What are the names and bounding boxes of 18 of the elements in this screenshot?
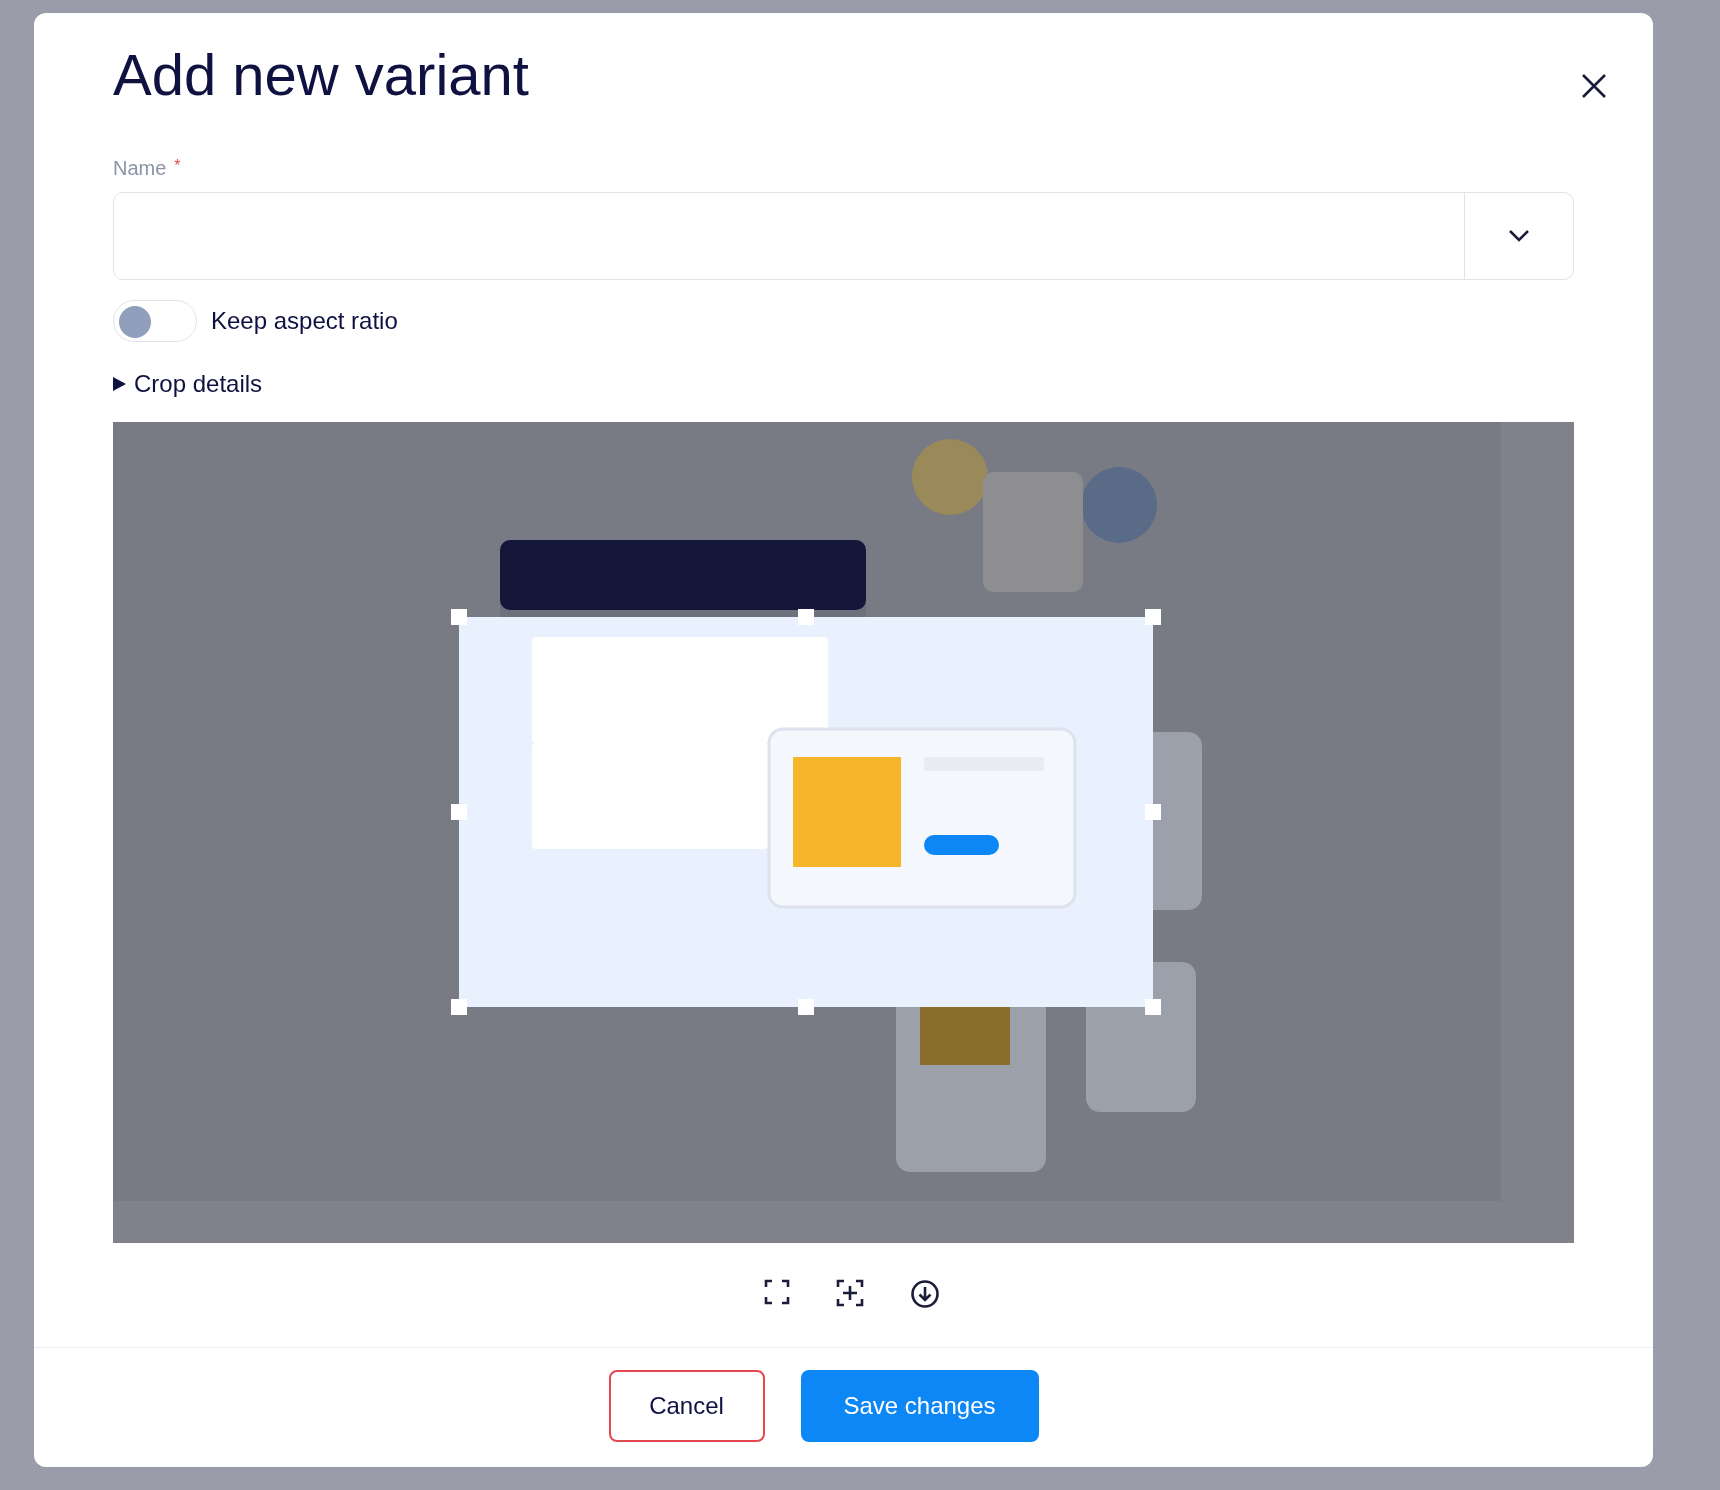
save-button[interactable]: Save changes xyxy=(800,1369,1039,1442)
crop-details-toggle[interactable]: Crop details xyxy=(113,369,263,398)
close-icon xyxy=(1581,73,1607,99)
dialog-title: Add new variant xyxy=(113,43,529,107)
zoom-in-button[interactable] xyxy=(835,1278,864,1309)
close-button[interactable] xyxy=(1581,73,1607,99)
download-button[interactable] xyxy=(909,1278,940,1309)
chevron-down-icon xyxy=(1508,228,1530,243)
download-icon xyxy=(909,1278,940,1309)
plus-frame-icon xyxy=(835,1278,864,1307)
toggle-switch[interactable] xyxy=(113,299,197,342)
field-label: Name xyxy=(113,156,167,180)
frame-corners-icon xyxy=(763,1278,790,1305)
name-select-field[interactable] xyxy=(113,191,1574,280)
toggle-label: Keep aspect ratio xyxy=(211,306,398,335)
triangle-icon xyxy=(113,376,126,391)
cancel-button[interactable]: Cancel xyxy=(608,1369,765,1442)
required-mark: * xyxy=(174,156,181,176)
